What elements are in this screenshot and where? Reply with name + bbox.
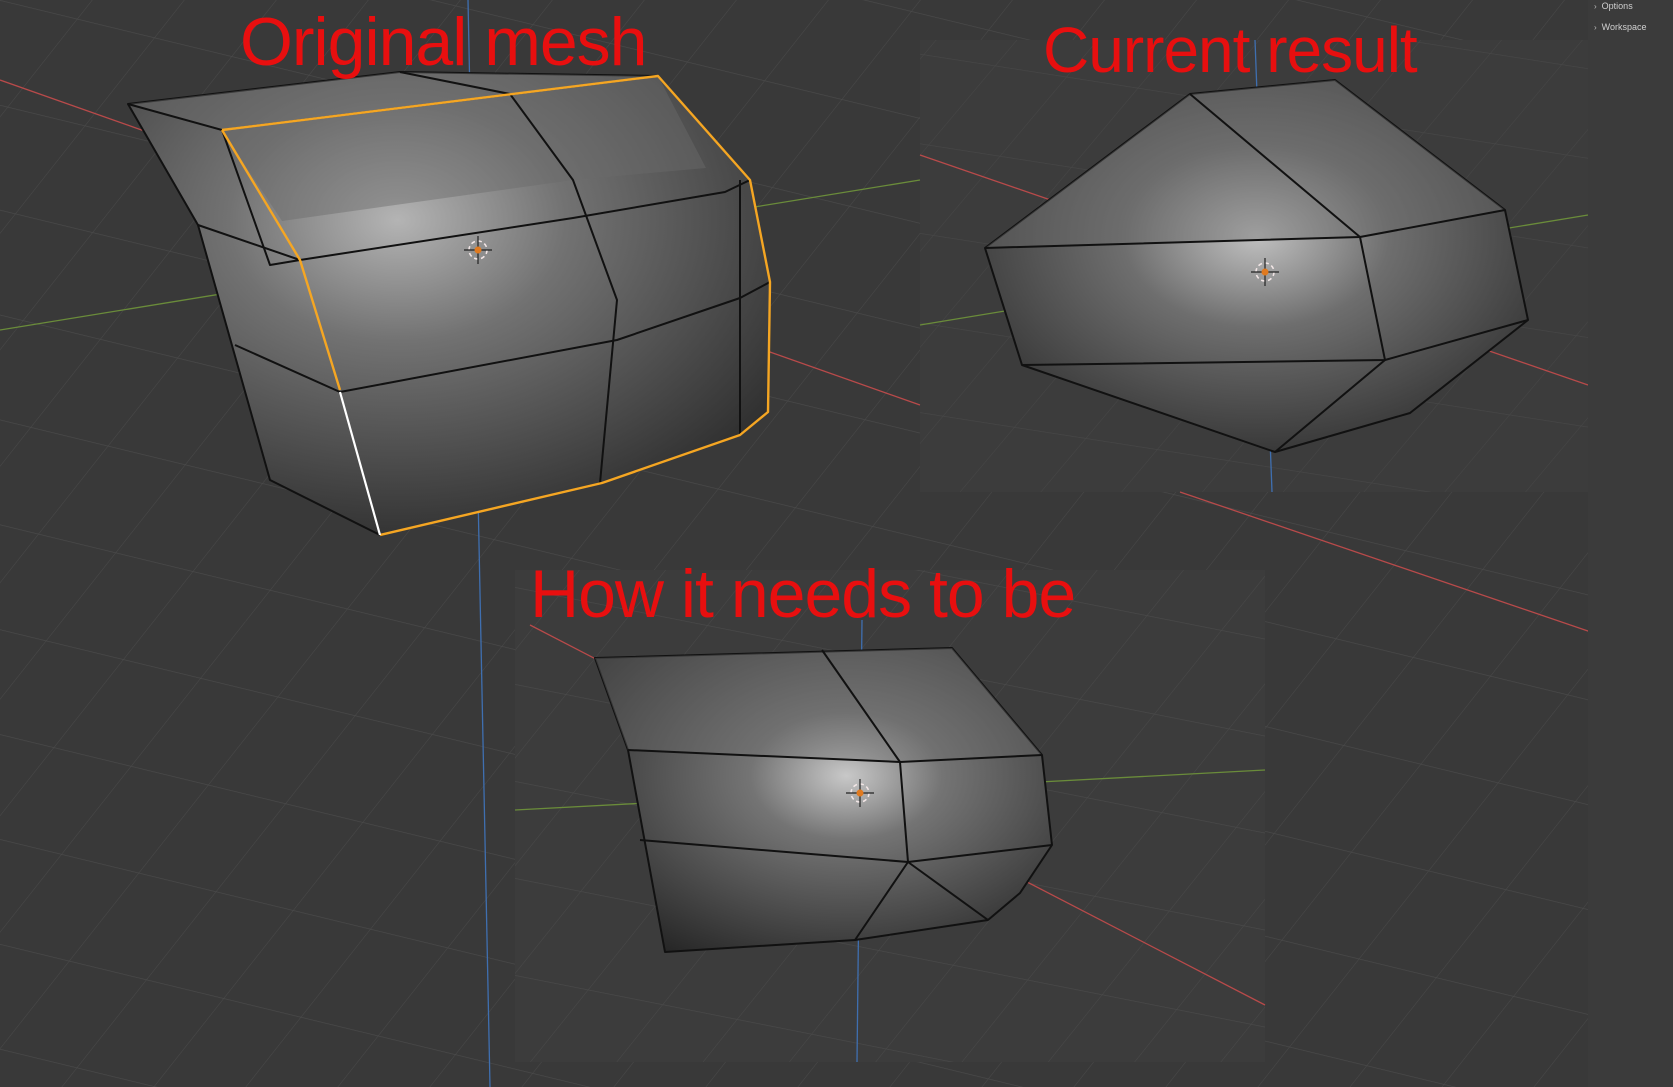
sidebar-item-label: Options bbox=[1601, 1, 1633, 11]
label-original-mesh: Original mesh bbox=[240, 4, 647, 80]
sidebar-item-options[interactable]: › Options bbox=[1594, 0, 1633, 13]
sidebar-panel bbox=[1588, 0, 1673, 1087]
target-mesh[interactable] bbox=[594, 647, 1053, 953]
sidebar-item-label: Workspace bbox=[1601, 22, 1647, 32]
label-current-result: Current result bbox=[1043, 14, 1418, 86]
chevron-right-icon: › bbox=[1594, 1, 1597, 11]
viewport-composite bbox=[0, 0, 1673, 1087]
chevron-right-icon: › bbox=[1594, 22, 1597, 32]
label-target-mesh: How it needs to be bbox=[530, 556, 1076, 632]
sidebar-item-workspace[interactable]: › Workspace bbox=[1594, 20, 1647, 34]
